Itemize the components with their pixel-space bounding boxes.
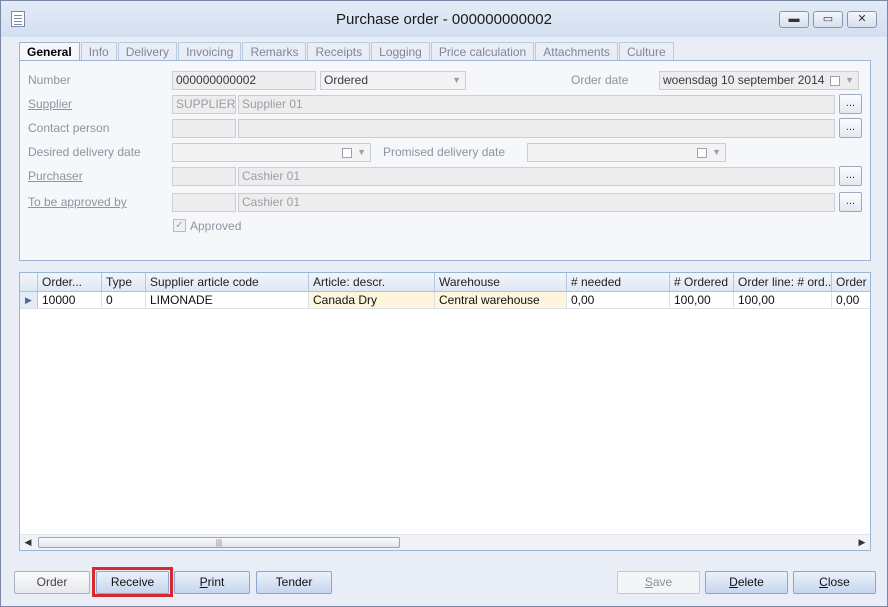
tab-strip: General Info Delivery Invoicing Remarks … bbox=[19, 42, 675, 62]
cell-order-line[interactable]: 0,00 bbox=[832, 292, 870, 308]
column-header-supplier-article-code[interactable]: Supplier article code bbox=[146, 273, 309, 291]
approver-name-field[interactable]: Cashier 01 bbox=[238, 193, 835, 212]
tab-receipts[interactable]: Receipts bbox=[307, 42, 371, 61]
purchaser-code-field[interactable] bbox=[172, 167, 236, 186]
scroll-right-icon[interactable]: ▶ bbox=[854, 535, 870, 550]
column-header-needed[interactable]: # needed bbox=[567, 273, 670, 291]
supplier-code-field[interactable]: SUPPLIER 0 bbox=[172, 95, 236, 114]
chevron-down-icon: ▼ bbox=[845, 75, 854, 85]
table-row[interactable]: ▶ 10000 0 LIMONADE Canada Dry Central wa… bbox=[20, 292, 870, 309]
scrollbar-thumb[interactable]: ||| bbox=[38, 537, 400, 548]
number-field[interactable]: 000000000002 bbox=[172, 71, 316, 90]
print-button[interactable]: Print bbox=[174, 571, 250, 594]
desired-delivery-date-field[interactable]: ▼ bbox=[172, 143, 371, 162]
purchaser-link[interactable]: Purchaser bbox=[28, 169, 83, 183]
tab-info[interactable]: Info bbox=[80, 42, 117, 61]
cell-order[interactable]: 10000 bbox=[38, 292, 102, 308]
supplier-name-field[interactable]: Supplier 01 bbox=[238, 95, 835, 114]
tab-attachments[interactable]: Attachments bbox=[535, 42, 618, 61]
approver-link[interactable]: To be approved by bbox=[28, 195, 127, 209]
chevron-down-icon: ▼ bbox=[712, 147, 721, 157]
order-date-field[interactable]: woensdag 10 september 2014 ▼ bbox=[659, 71, 859, 90]
tab-general[interactable]: General bbox=[19, 42, 80, 62]
grid-header: Order... Type Supplier article code Arti… bbox=[20, 273, 870, 292]
approver-lookup-button[interactable]: ... bbox=[839, 192, 862, 212]
promised-delivery-date-field[interactable]: ▼ bbox=[527, 143, 726, 162]
general-tab-panel bbox=[19, 60, 871, 261]
cell-type[interactable]: 0 bbox=[102, 292, 146, 308]
column-header-ordered[interactable]: # Ordered bbox=[670, 273, 734, 291]
order-button[interactable]: Order bbox=[14, 571, 90, 594]
column-header-warehouse[interactable]: Warehouse bbox=[435, 273, 567, 291]
cell-needed[interactable]: 0,00 bbox=[567, 292, 670, 308]
minimize-button[interactable]: ▬ bbox=[779, 11, 809, 28]
contact-person-label: Contact person bbox=[28, 121, 110, 135]
contact-name-field[interactable] bbox=[238, 119, 835, 138]
status-select[interactable]: Ordered ▼ bbox=[320, 71, 466, 90]
close-button[interactable]: Close bbox=[793, 571, 876, 594]
order-lines-grid: Order... Type Supplier article code Arti… bbox=[19, 272, 871, 551]
cell-ordered[interactable]: 100,00 bbox=[670, 292, 734, 308]
supplier-link[interactable]: Supplier bbox=[28, 97, 72, 111]
horizontal-scrollbar[interactable]: ◀ ||| ▶ bbox=[20, 534, 870, 550]
tender-button[interactable]: Tender bbox=[256, 571, 332, 594]
chevron-down-icon: ▼ bbox=[452, 75, 461, 85]
print-mnemonic: P bbox=[199, 575, 208, 589]
window-title: Purchase order - 000000000002 bbox=[336, 11, 552, 28]
approver-code-field[interactable] bbox=[172, 193, 236, 212]
column-header-type[interactable]: Type bbox=[102, 273, 146, 291]
number-label: Number bbox=[28, 73, 71, 87]
row-pointer-icon: ▶ bbox=[20, 292, 38, 308]
scroll-left-icon[interactable]: ◀ bbox=[20, 535, 36, 550]
receive-highlight bbox=[92, 567, 173, 597]
tab-logging[interactable]: Logging bbox=[371, 42, 430, 61]
delete-label: elete bbox=[737, 575, 764, 589]
delete-mnemonic: D bbox=[729, 575, 738, 589]
tab-delivery[interactable]: Delivery bbox=[117, 42, 178, 61]
save-mnemonic: S bbox=[644, 575, 653, 589]
print-label: rint bbox=[207, 575, 225, 589]
calendar-icon[interactable] bbox=[830, 76, 840, 86]
purchaser-lookup-button[interactable]: ... bbox=[839, 166, 862, 186]
close-mnemonic: C bbox=[819, 575, 828, 589]
status-value: Ordered bbox=[324, 73, 369, 87]
order-date-value: woensdag 10 september 2014 bbox=[663, 73, 825, 87]
tab-invoicing[interactable]: Invoicing bbox=[178, 42, 242, 61]
chevron-down-icon: ▼ bbox=[357, 147, 366, 157]
close-window-button[interactable]: ✕ bbox=[847, 11, 877, 28]
cell-warehouse[interactable]: Central warehouse bbox=[435, 292, 567, 308]
cell-article-descr[interactable]: Canada Dry bbox=[309, 292, 435, 308]
maximize-button[interactable]: ▭ bbox=[813, 11, 843, 28]
approved-label: Approved bbox=[190, 219, 242, 233]
contact-code-field[interactable] bbox=[172, 119, 236, 138]
purchaser-name-field[interactable]: Cashier 01 bbox=[238, 167, 835, 186]
cell-order-line-ordered[interactable]: 100,00 bbox=[734, 292, 832, 308]
promised-delivery-date-label: Promised delivery date bbox=[383, 145, 506, 159]
save-label: ave bbox=[652, 575, 673, 589]
calendar-icon[interactable] bbox=[697, 148, 707, 158]
approved-checkbox[interactable]: ✓ bbox=[173, 219, 186, 232]
column-header-order-line-ordered[interactable]: Order line: # ord... bbox=[734, 273, 832, 291]
supplier-lookup-button[interactable]: ... bbox=[839, 94, 862, 114]
column-header-article-descr[interactable]: Article: descr. bbox=[309, 273, 435, 291]
tab-price-calculation[interactable]: Price calculation bbox=[430, 42, 535, 61]
desired-delivery-date-label: Desired delivery date bbox=[28, 145, 141, 159]
save-button[interactable]: Save bbox=[617, 571, 700, 594]
tab-culture[interactable]: Culture bbox=[618, 42, 674, 61]
purchase-order-window: Purchase order - 000000000002 ▬ ▭ ✕ Gene… bbox=[0, 0, 888, 607]
order-date-label: Order date bbox=[571, 73, 629, 87]
delete-button[interactable]: Delete bbox=[705, 571, 788, 594]
cell-supplier-article-code[interactable]: LIMONADE bbox=[146, 292, 309, 308]
title-bar: Purchase order - 000000000002 ▬ ▭ ✕ bbox=[1, 1, 887, 37]
contact-lookup-button[interactable]: ... bbox=[839, 118, 862, 138]
column-header-order-line[interactable]: Order li bbox=[832, 273, 870, 291]
calendar-icon[interactable] bbox=[342, 148, 352, 158]
row-selector-header bbox=[20, 273, 38, 291]
column-header-order[interactable]: Order... bbox=[38, 273, 102, 291]
tab-remarks[interactable]: Remarks bbox=[242, 42, 307, 61]
close-label: lose bbox=[827, 575, 850, 589]
